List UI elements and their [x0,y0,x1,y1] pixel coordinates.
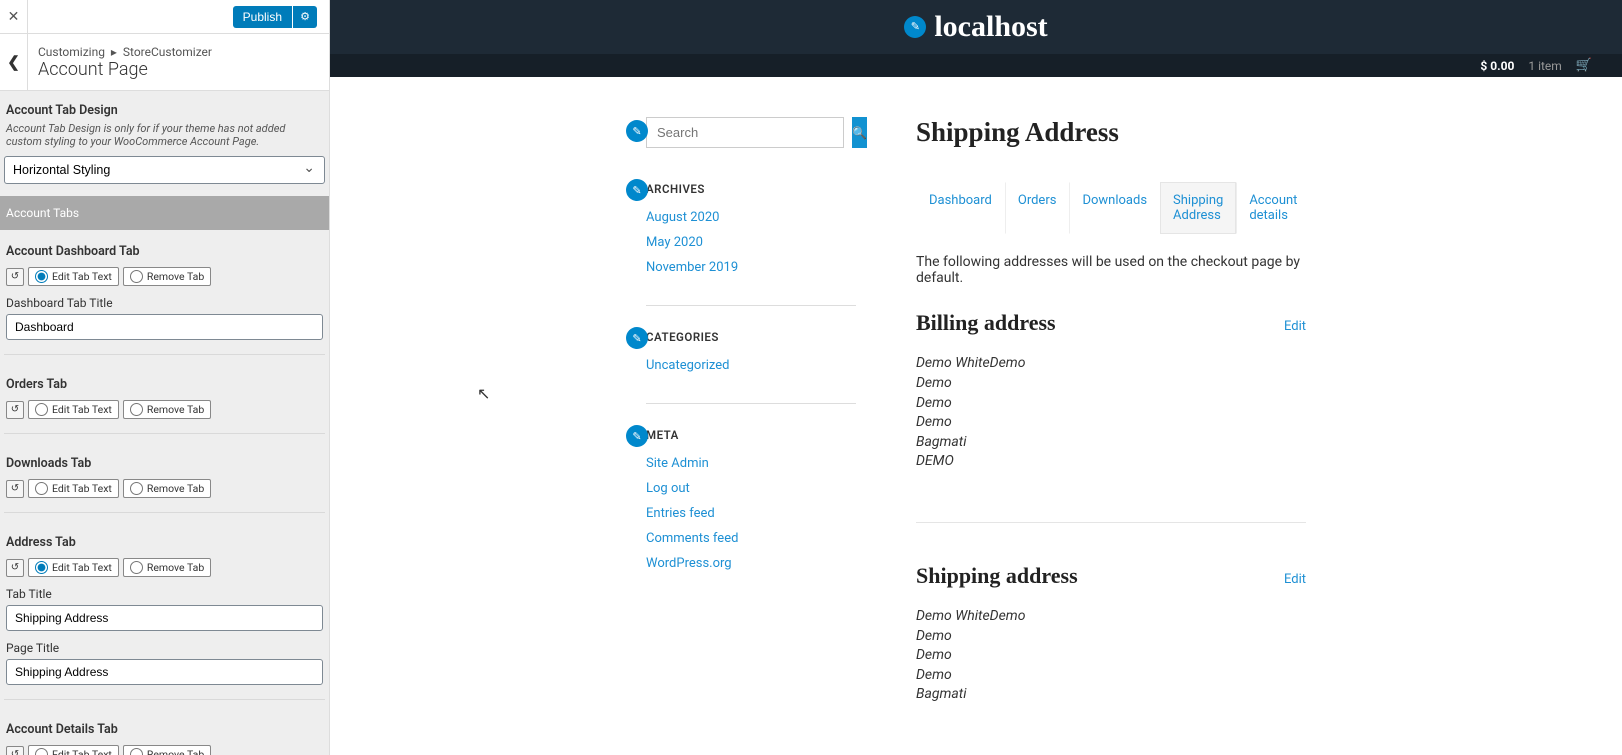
archive-link[interactable]: November 2019 [646,260,856,275]
cart-icon[interactable]: 🛒 [1576,58,1592,73]
customizer-topbar: ✕ Publish ⚙ [0,0,329,34]
orders-heading: Orders Tab [6,377,323,392]
meta-link[interactable]: WordPress.org [646,556,856,571]
search-button[interactable]: 🔍 [852,117,867,148]
downloads-edit-radio[interactable]: Edit Tab Text [28,479,119,498]
address-page-title-label: Page Title [6,641,323,655]
address-edit-radio[interactable]: Edit Tab Text [28,558,119,577]
breadcrumb: ❮ Customizing ▸ StoreCustomizer Account … [0,34,329,91]
address-heading: Address Tab [6,535,323,550]
meta-link[interactable]: Entries feed [646,506,856,521]
orders-edit-radio[interactable]: Edit Tab Text [28,400,119,419]
address-tab-title-input[interactable] [6,605,323,631]
tabs-header: Account Tabs [0,196,329,230]
design-label: Account Tab Design [4,103,325,118]
meta-link[interactable]: Log out [646,481,856,496]
dashboard-title-label: Dashboard Tab Title [6,296,323,310]
cart-amount: $ 0.00 [1480,59,1514,73]
edit-shortcut-icon[interactable]: ✎ [626,327,648,349]
edit-shortcut-icon[interactable]: ✎ [626,425,648,447]
tab-downloads[interactable]: Downloads [1069,182,1160,234]
tab-orders[interactable]: Orders [1005,182,1070,234]
dashboard-remove-radio[interactable]: Remove Tab [123,267,211,286]
edit-shipping-link[interactable]: Edit [1284,572,1306,587]
address-page-title-input[interactable] [6,659,323,685]
downloads-heading: Downloads Tab [6,456,323,471]
widget-title: CATEGORIES [646,330,856,344]
dashboard-heading: Account Dashboard Tab [6,244,323,259]
publish-button[interactable]: Publish [233,6,292,28]
customizer-panel: ✕ Publish ⚙ ❮ Customizing ▸ StoreCustomi… [0,0,330,755]
account-details-heading: Account Details Tab [6,722,323,737]
meta-link[interactable]: Site Admin [646,456,856,471]
address-remove-radio[interactable]: Remove Tab [123,558,211,577]
orders-remove-radio[interactable]: Remove Tab [123,400,211,419]
page-title: Shipping Address [916,117,1306,148]
dashboard-title-input[interactable] [6,314,323,340]
tab-shipping-address[interactable]: Shipping Address [1160,182,1236,234]
site-logo[interactable]: localhost [934,10,1047,44]
design-desc: Account Tab Design is only for if your t… [4,122,325,148]
category-link[interactable]: Uncategorized [646,358,856,373]
site-header: ✎ localhost [330,0,1622,54]
addresses-description: The following addresses will be used on … [916,254,1306,286]
breadcrumb-prefix: Customizing [38,45,105,59]
reset-icon[interactable]: ↺ [6,746,24,755]
edit-shortcut-icon[interactable]: ✎ [904,16,926,38]
shipping-address-title: Shipping address [916,563,1078,589]
back-icon[interactable]: ❮ [0,34,28,90]
address-tab-title-label: Tab Title [6,587,323,601]
widget-title: ARCHIVES [646,182,856,196]
account-details-remove-radio[interactable]: Remove Tab [123,745,211,755]
reset-icon[interactable]: ↺ [6,401,24,419]
search-input[interactable] [646,117,844,148]
close-icon[interactable]: ✕ [0,0,28,34]
downloads-remove-radio[interactable]: Remove Tab [123,479,211,498]
edit-shortcut-icon[interactable]: ✎ [626,120,648,142]
billing-address-block: Demo WhiteDemo Demo Demo Demo Bagmati DE… [916,354,1306,472]
archives-widget: ✎ ARCHIVES August 2020 May 2020 November… [646,182,856,306]
account-tabs: Dashboard Orders Downloads Shipping Addr… [916,182,1306,234]
tab-account-details[interactable]: Account details [1236,182,1310,234]
dashboard-edit-radio[interactable]: Edit Tab Text [28,267,119,286]
archive-link[interactable]: August 2020 [646,210,856,225]
billing-address-title: Billing address [916,310,1056,336]
cart-bar: $ 0.00 1 item 🛒 [330,54,1622,78]
breadcrumb-section: StoreCustomizer [123,45,212,59]
account-details-edit-radio[interactable]: Edit Tab Text [28,745,119,755]
shipping-address-block: Demo WhiteDemo Demo Demo Demo Bagmati [916,607,1306,705]
panel-title: Account Page [38,59,212,80]
edit-billing-link[interactable]: Edit [1284,319,1306,334]
archive-link[interactable]: May 2020 [646,235,856,250]
reset-icon[interactable]: ↺ [6,480,24,498]
publish-settings-icon[interactable]: ⚙ [293,6,317,28]
widget-title: META [646,428,856,442]
search-icon: 🔍 [852,126,867,140]
reset-icon[interactable]: ↺ [6,559,24,577]
cart-items: 1 item [1528,59,1561,73]
reset-icon[interactable]: ↺ [6,268,24,286]
edit-shortcut-icon[interactable]: ✎ [626,179,648,201]
meta-link[interactable]: Comments feed [646,531,856,546]
design-select[interactable]: Horizontal Styling [4,156,325,184]
meta-widget: ✎ META Site Admin Log out Entries feed C… [646,428,856,601]
preview-pane: ✎ localhost $ 0.00 1 item 🛒 ✎ 🔍 ✎ ARCHIV… [330,0,1622,755]
tab-dashboard[interactable]: Dashboard [916,182,1005,234]
categories-widget: ✎ CATEGORIES Uncategorized [646,330,856,404]
